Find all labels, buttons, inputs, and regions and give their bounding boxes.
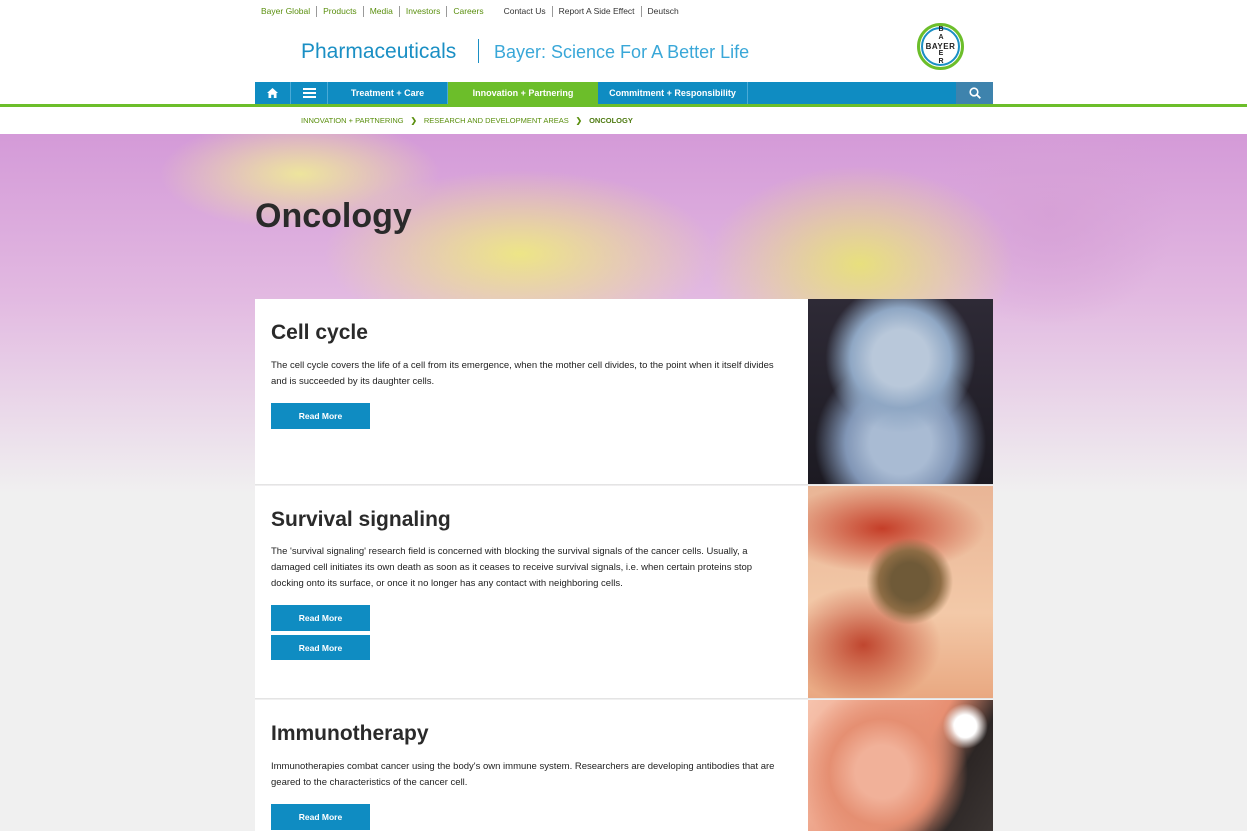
read-more-button[interactable]: Read More: [271, 804, 370, 830]
site-brand[interactable]: Pharmaceuticals: [301, 40, 456, 64]
search-icon: [968, 87, 981, 99]
immunotherapy-image: [808, 700, 993, 831]
top-link-bayer-global[interactable]: Bayer Global: [261, 6, 318, 17]
breadcrumb-current: ONCOLOGY: [589, 116, 633, 125]
card-immunotherapy: Immunotherapy Immunotherapies combat can…: [255, 700, 993, 831]
main-nav: Treatment + Care Innovation + Partnering…: [255, 82, 993, 104]
logo-text-vertical: BA ER: [938, 26, 944, 65]
nav-commitment-responsibility[interactable]: Commitment + Responsibility: [598, 82, 748, 104]
top-link-products[interactable]: Products: [317, 6, 364, 17]
menu-icon: [302, 88, 316, 98]
bayer-logo[interactable]: BAYER BA ER: [917, 23, 964, 70]
breadcrumb-research-development[interactable]: RESEARCH AND DEVELOPMENT AREAS: [424, 116, 569, 125]
card-text: The 'survival signaling' research field …: [271, 546, 753, 589]
home-icon: [267, 88, 278, 98]
chevron-right-icon: ❯: [575, 116, 583, 125]
card-survival-signaling: Survival signaling The 'survival signali…: [255, 486, 993, 699]
top-link-report-side-effect[interactable]: Report A Side Effect: [553, 6, 642, 17]
page-title: Oncology: [255, 197, 412, 235]
read-more-button[interactable]: Read More: [271, 605, 370, 631]
top-link-media[interactable]: Media: [364, 6, 400, 17]
top-link-careers[interactable]: Careers: [447, 6, 489, 17]
read-more-button[interactable]: Read More: [271, 403, 370, 429]
primary-links: Bayer Global Products Media Investors Ca…: [261, 6, 490, 17]
card-title: Survival signaling: [271, 508, 451, 531]
cell-cycle-image: [808, 299, 993, 484]
breadcrumb-innovation-partnering[interactable]: INNOVATION + PARTNERING: [301, 116, 404, 125]
brand-divider: [478, 39, 479, 63]
card-text: The cell cycle covers the life of a cell…: [271, 360, 774, 387]
card-text: Immunotherapies combat cancer using the …: [271, 761, 775, 788]
card-title: Immunotherapy: [271, 722, 429, 745]
survival-signaling-image: [808, 486, 993, 698]
nav-home[interactable]: [255, 82, 291, 104]
chevron-right-icon: ❯: [410, 116, 417, 125]
top-link-contact-us[interactable]: Contact Us: [504, 6, 553, 17]
nav-search[interactable]: [956, 82, 993, 104]
nav-treatment-care[interactable]: Treatment + Care: [328, 82, 448, 104]
secondary-links: Contact Us Report A Side Effect Deutsch: [504, 6, 685, 17]
nav-menu[interactable]: [291, 82, 328, 104]
top-links: Bayer Global Products Media Investors Ca…: [261, 6, 685, 17]
breadcrumb: INNOVATION + PARTNERING ❯ RESEARCH AND D…: [301, 116, 633, 125]
nav-innovation-partnering[interactable]: Innovation + Partnering: [448, 82, 598, 104]
card-title: Cell cycle: [271, 321, 368, 344]
top-link-investors[interactable]: Investors: [400, 6, 448, 17]
site-tagline: Bayer: Science For A Better Life: [494, 42, 750, 62]
top-link-deutsch[interactable]: Deutsch: [642, 6, 685, 17]
card-cell-cycle: Cell cycle The cell cycle covers the lif…: [255, 299, 993, 485]
read-more-button-secondary[interactable]: Read More: [271, 635, 370, 660]
